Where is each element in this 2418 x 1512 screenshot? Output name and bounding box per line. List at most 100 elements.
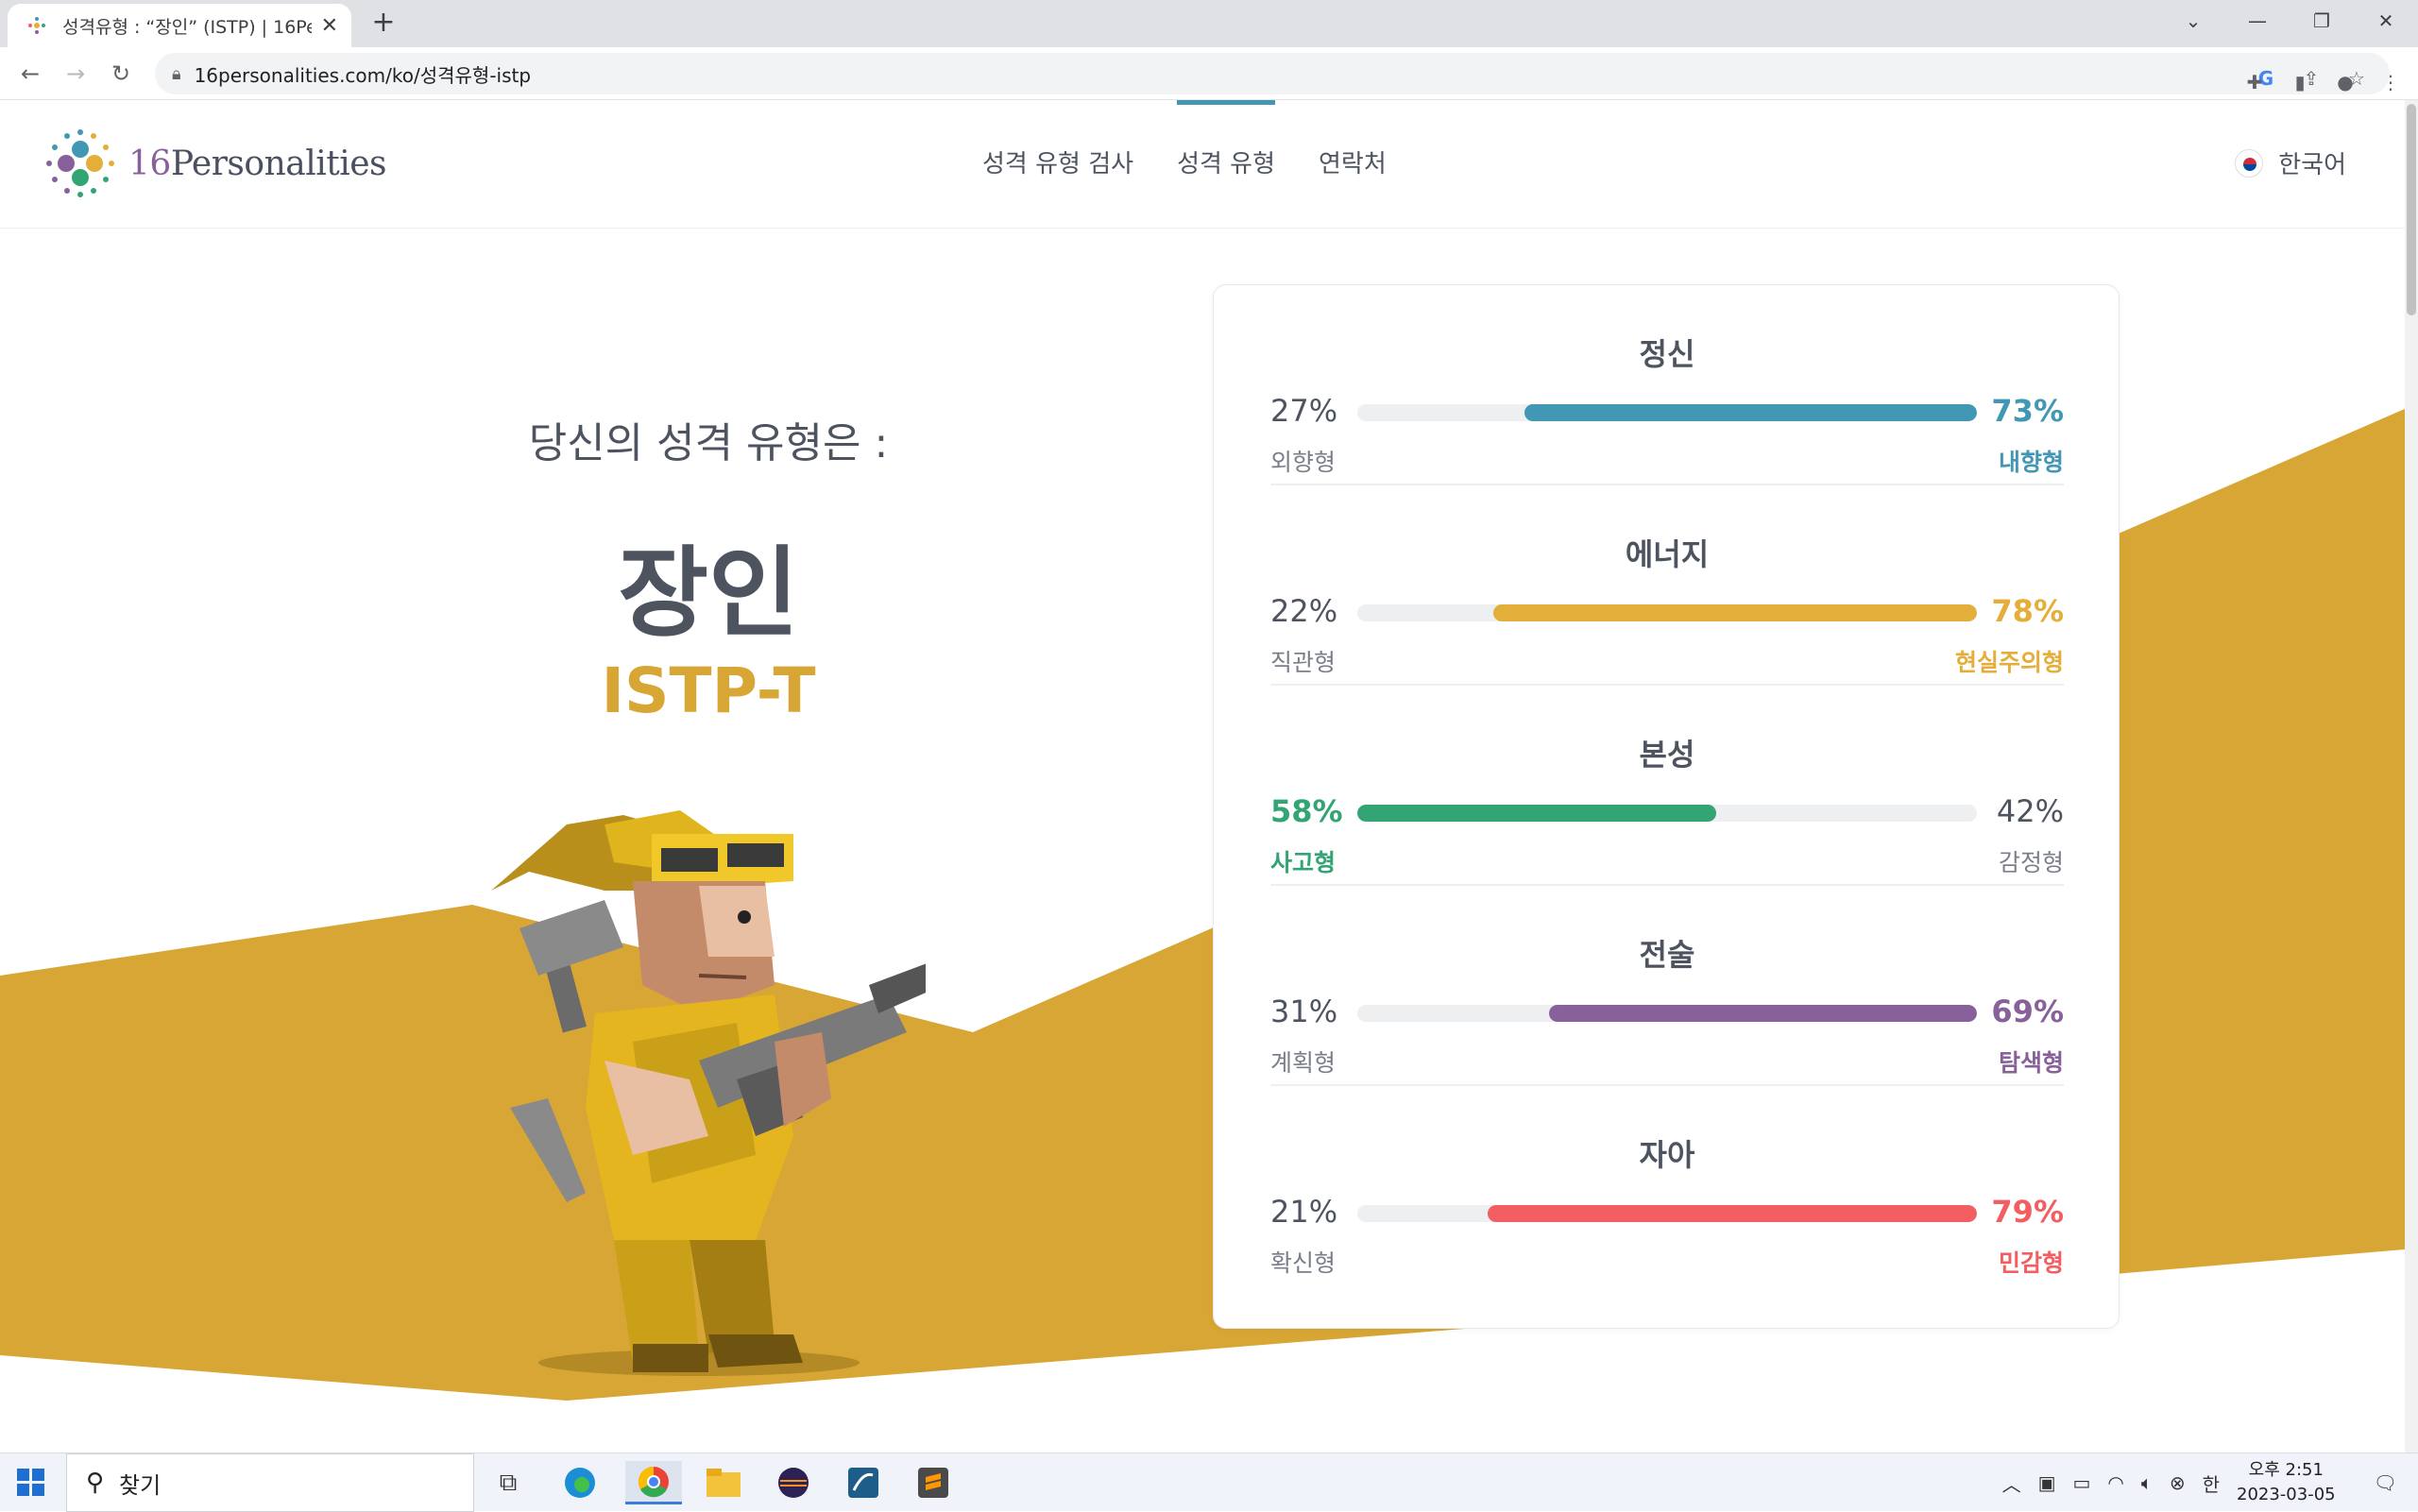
trait-title: 본성 bbox=[1639, 737, 1695, 773]
extensions-icon[interactable]: ✚ bbox=[2240, 68, 2269, 96]
notification-center-icon[interactable]: 🗨︎ bbox=[2374, 1471, 2397, 1494]
result-hero: 당신의 성격 유형은 : 장인 ISTP-T 정신 27% 73% 외향형 내향… bbox=[0, 229, 2405, 1453]
trait-energy[interactable]: 에너지 22% 78% 직관형 현실주의형 bbox=[1270, 485, 2064, 686]
tab-title: 성격유형 : “장인” (ISTP) | 16Personalities bbox=[62, 16, 312, 38]
minimize-button[interactable]: — bbox=[2225, 0, 2290, 42]
trait-nature[interactable]: 본성 58% 42% 사고형 감정형 bbox=[1270, 686, 2064, 886]
tray-overflow-icon[interactable]: ︿ bbox=[2002, 1470, 2021, 1497]
logo-dots-icon bbox=[46, 129, 114, 197]
browser-tab-strip: 성격유형 : “장인” (ISTP) | 16Personalities ✕ +… bbox=[0, 0, 2418, 47]
chrome-browser-icon[interactable] bbox=[625, 1461, 682, 1504]
tab-search-icon[interactable]: ⌄ bbox=[2161, 0, 2225, 42]
trait-bar-fill bbox=[1357, 805, 1717, 822]
windows-taskbar: ⚲ 찾기 ⧉ ︿ ▣ ▭ ◠ 🔈︎ ⊗ 한 오후 2:51 2023-03-05… bbox=[0, 1453, 2418, 1512]
result-intro-text: 당신의 성격 유형은 : bbox=[528, 419, 889, 467]
language-selector[interactable]: 한국어 bbox=[2235, 145, 2346, 180]
trait-left-percent: 27% bbox=[1270, 393, 1338, 429]
trait-left-percent: 31% bbox=[1270, 994, 1338, 1029]
site-header: 16Personalities 성격 유형 검사 성격 유형 연락처 한국어 bbox=[0, 100, 2405, 229]
search-icon: ⚲ bbox=[86, 1469, 105, 1497]
volume-muted-icon[interactable]: 🔈︎ bbox=[2141, 1471, 2153, 1494]
ime-indicator[interactable]: 한 bbox=[2203, 1470, 2220, 1497]
trait-bar bbox=[1357, 1205, 1977, 1222]
trait-right-percent: 79% bbox=[1991, 1194, 2064, 1230]
trait-right-label: 감정형 bbox=[1998, 849, 2064, 876]
system-clock[interactable]: 오후 2:51 2023-03-05 bbox=[2237, 1458, 2336, 1507]
site-favicon-icon bbox=[28, 17, 45, 34]
trait-identity[interactable]: 자아 21% 79% 확신형 민감형 bbox=[1270, 1086, 2064, 1286]
trait-bar-fill bbox=[1524, 404, 1977, 421]
virtuoso-character-illustration bbox=[491, 810, 926, 1376]
forward-button[interactable]: → bbox=[59, 57, 93, 91]
trait-bar bbox=[1357, 604, 1977, 621]
traits-card: 정신 27% 73% 외향형 내향형 에너지 22% 78% 직관형 현실주의형… bbox=[1213, 284, 2120, 1329]
trait-bar bbox=[1357, 404, 1977, 421]
profile-avatar-icon[interactable]: ● bbox=[2331, 68, 2359, 96]
task-view-icon[interactable]: ⧉ bbox=[480, 1461, 536, 1504]
taskbar-search-text: 찾기 bbox=[119, 1471, 162, 1499]
restore-button[interactable]: ❐ bbox=[2290, 0, 2354, 42]
nav-personality-types[interactable]: 성격 유형 bbox=[1177, 100, 1275, 229]
file-explorer-icon[interactable] bbox=[695, 1461, 752, 1504]
trait-left-percent: 21% bbox=[1270, 1194, 1338, 1230]
language-label: 한국어 bbox=[2278, 151, 2346, 179]
address-bar[interactable]: 🔒︎ 16personalities.com/ko/성격유형-istp G ⇪ … bbox=[155, 53, 2390, 94]
clock-time: 오후 2:51 bbox=[2248, 1460, 2324, 1480]
personality-type-name: 장인 bbox=[618, 535, 799, 651]
page-scrollbar[interactable] bbox=[2405, 100, 2418, 1453]
reload-button[interactable]: ↻ bbox=[104, 57, 138, 91]
trait-left-label: 외향형 bbox=[1270, 449, 1337, 476]
trait-left-percent: 58% bbox=[1270, 793, 1343, 829]
trait-right-percent: 69% bbox=[1991, 994, 2064, 1029]
brand-name: 16Personalities bbox=[128, 144, 387, 183]
trait-right-label: 내향형 bbox=[1998, 449, 2064, 476]
browser-tab[interactable]: 성격유형 : “장인” (ISTP) | 16Personalities ✕ bbox=[8, 4, 351, 47]
trait-bar-fill bbox=[1487, 1205, 1977, 1222]
scrollbar-thumb[interactable] bbox=[2407, 104, 2416, 315]
trait-left-percent: 22% bbox=[1270, 593, 1338, 629]
trait-right-label: 현실주의형 bbox=[1954, 649, 2064, 676]
trait-left-label: 확신형 bbox=[1270, 1249, 1337, 1277]
trait-title: 전술 bbox=[1639, 937, 1695, 973]
eclipse-app-icon[interactable] bbox=[765, 1461, 822, 1504]
korea-flag-icon bbox=[2235, 148, 2264, 178]
network-icon[interactable]: ◠ bbox=[2107, 1471, 2123, 1494]
tab-close-icon[interactable]: ✕ bbox=[321, 14, 338, 38]
trait-right-percent: 42% bbox=[1996, 793, 2064, 829]
close-window-button[interactable]: ✕ bbox=[2354, 0, 2418, 42]
nav-contact[interactable]: 연락처 bbox=[1319, 100, 1387, 229]
trait-left-label: 계획형 bbox=[1270, 1049, 1337, 1077]
side-panel-icon[interactable]: ▮ bbox=[2286, 68, 2314, 96]
notification-error-icon[interactable]: ⊗ bbox=[2170, 1471, 2186, 1494]
windows-start-button[interactable] bbox=[17, 1469, 45, 1497]
new-tab-button[interactable]: + bbox=[366, 6, 400, 40]
lock-icon[interactable]: 🔒︎ bbox=[172, 64, 181, 84]
mysql-workbench-icon[interactable] bbox=[835, 1461, 892, 1504]
meet-now-icon[interactable]: ▣ bbox=[2038, 1471, 2056, 1494]
site-logo[interactable]: 16Personalities bbox=[42, 125, 387, 202]
url-text[interactable]: 16personalities.com/ko/성격유형-istp bbox=[195, 60, 531, 88]
taskbar-search-box[interactable]: ⚲ 찾기 bbox=[66, 1453, 474, 1512]
browser-menu-icon[interactable]: ⋮ bbox=[2376, 68, 2405, 96]
trait-title: 에너지 bbox=[1625, 536, 1710, 572]
main-navigation: 성격 유형 검사 성격 유형 연락처 bbox=[982, 100, 1430, 229]
personality-type-code: ISTP-T bbox=[601, 654, 816, 727]
battery-icon[interactable]: ▭ bbox=[2072, 1471, 2090, 1494]
trait-bar bbox=[1357, 805, 1977, 822]
trait-mind[interactable]: 정신 27% 73% 외향형 내향형 bbox=[1270, 285, 2064, 485]
trait-title: 자아 bbox=[1639, 1137, 1695, 1173]
trait-right-percent: 78% bbox=[1991, 593, 2064, 629]
trait-left-label: 직관형 bbox=[1270, 649, 1337, 676]
trait-left-label: 사고형 bbox=[1270, 849, 1337, 876]
trait-right-percent: 73% bbox=[1991, 393, 2064, 429]
nav-personality-test[interactable]: 성격 유형 검사 bbox=[982, 100, 1133, 229]
back-button[interactable]: ← bbox=[13, 57, 47, 91]
trait-right-label: 탐색형 bbox=[1998, 1049, 2064, 1077]
trait-bar-fill bbox=[1493, 604, 1977, 621]
sublime-text-icon[interactable] bbox=[905, 1461, 962, 1504]
clock-date: 2023-03-05 bbox=[2237, 1485, 2336, 1504]
browser-toolbar: ← → ↻ 🔒︎ 16personalities.com/ko/성격유형-ist… bbox=[0, 47, 2418, 100]
edge-browser-icon[interactable] bbox=[552, 1461, 608, 1504]
trait-right-label: 민감형 bbox=[1998, 1249, 2064, 1277]
trait-tactics[interactable]: 전술 31% 69% 계획형 탐색형 bbox=[1270, 886, 2064, 1086]
